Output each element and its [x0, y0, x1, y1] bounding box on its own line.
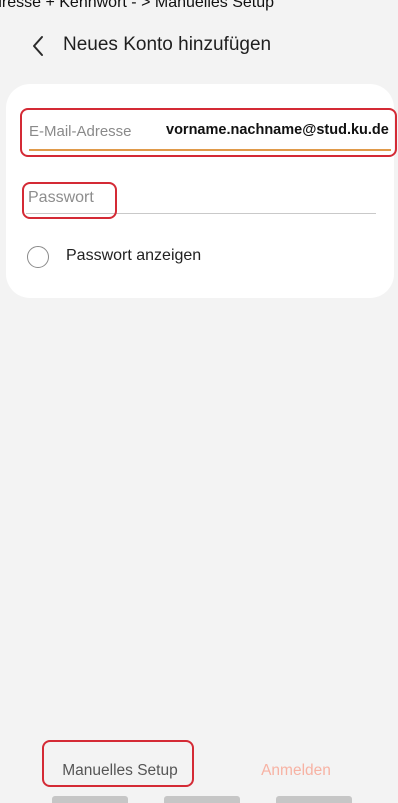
- email-field[interactable]: E-Mail-Adresse vorname.nachname@stud.ku.…: [18, 109, 396, 155]
- email-value: vorname.nachname@stud.ku.de: [166, 122, 389, 138]
- password-field[interactable]: Passwort: [26, 185, 376, 217]
- page-title: Neues Konto hinzufügen: [63, 34, 272, 55]
- app-header: Neues Konto hinzufügen: [0, 28, 398, 66]
- home-nav-button[interactable]: [164, 796, 240, 803]
- manual-setup-button[interactable]: Manuelles Setup: [46, 752, 194, 789]
- system-nav-bar: [0, 796, 398, 803]
- screen: dresse + Kennwort - > Manuelles Setup Ne…: [0, 0, 398, 803]
- password-placeholder: Passwort: [28, 189, 94, 206]
- show-password-label: Passwort anzeigen: [66, 247, 202, 264]
- tutorial-caption: dresse + Kennwort - > Manuelles Setup: [0, 0, 275, 11]
- bottom-action-bar: Manuelles Setup Anmelden: [0, 752, 398, 792]
- radio-button[interactable]: [27, 246, 49, 268]
- email-placeholder: E-Mail-Adresse: [29, 123, 132, 140]
- email-underline: [29, 149, 391, 151]
- show-password-toggle[interactable]: Passwort anzeigen: [27, 245, 277, 269]
- sign-in-button[interactable]: Anmelden: [246, 752, 346, 789]
- back-button[interactable]: [22, 30, 54, 62]
- chevron-left-icon: [33, 36, 43, 56]
- password-underline: [26, 213, 376, 214]
- back-nav-button[interactable]: [276, 796, 352, 803]
- recents-nav-button[interactable]: [52, 796, 128, 803]
